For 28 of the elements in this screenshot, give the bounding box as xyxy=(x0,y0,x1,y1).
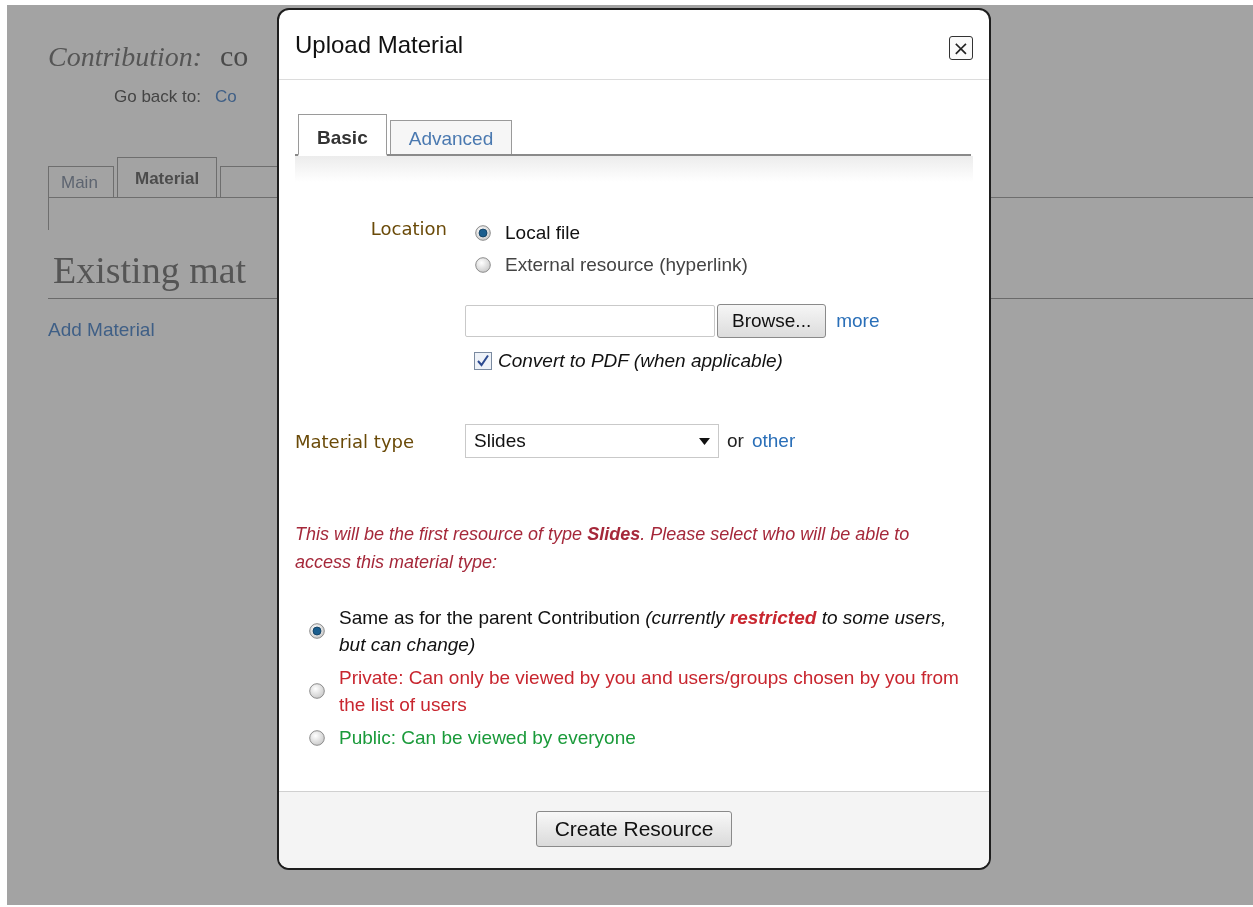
radio-button[interactable] xyxy=(475,257,491,273)
more-link[interactable]: more xyxy=(836,310,880,332)
checkbox[interactable] xyxy=(474,352,492,370)
go-back-label: Go back to: xyxy=(114,87,201,107)
file-path-field[interactable] xyxy=(465,305,715,337)
contribution-label: Contribution: xyxy=(48,41,202,73)
material-type-select[interactable]: Slides xyxy=(465,424,719,458)
radio-button[interactable] xyxy=(475,225,491,241)
radio-button[interactable] xyxy=(309,623,325,639)
caret-icon xyxy=(699,437,710,445)
access-message: This will be the first resource of type Slides. Please select who will be able to access this material type: xyxy=(295,523,911,574)
dialog-tab[interactable]: Advanced xyxy=(389,120,513,154)
contribution-title: co xyxy=(220,39,249,73)
access-option-label[interactable]: Same as for the parent Contribution (currently restricted to some users, but can change) xyxy=(339,604,969,658)
access-option-label[interactable]: Private: Can only be viewed by you and users/groups chosen by you from the list of users xyxy=(339,664,969,718)
radio-button[interactable] xyxy=(309,729,325,746)
radio-button[interactable] xyxy=(309,683,325,699)
close-button[interactable]: × xyxy=(949,35,973,60)
material-type-label: Material type xyxy=(295,430,416,452)
or-text: or xyxy=(727,430,744,452)
radio-label[interactable]: External resource (hyperlink) xyxy=(505,254,748,276)
create-resource-button[interactable]: Create Resource xyxy=(535,811,733,847)
access-option-label[interactable]: Public: Can be viewed by everyone xyxy=(339,724,636,751)
dialog-tab[interactable]: Basic xyxy=(298,114,387,156)
other-link[interactable]: other xyxy=(751,430,796,452)
browse-button[interactable]: Browse... xyxy=(717,304,827,338)
dialog-title: Upload Material xyxy=(295,30,464,59)
checkbox-label[interactable]: Convert to PDF (when applicable) xyxy=(498,350,783,372)
